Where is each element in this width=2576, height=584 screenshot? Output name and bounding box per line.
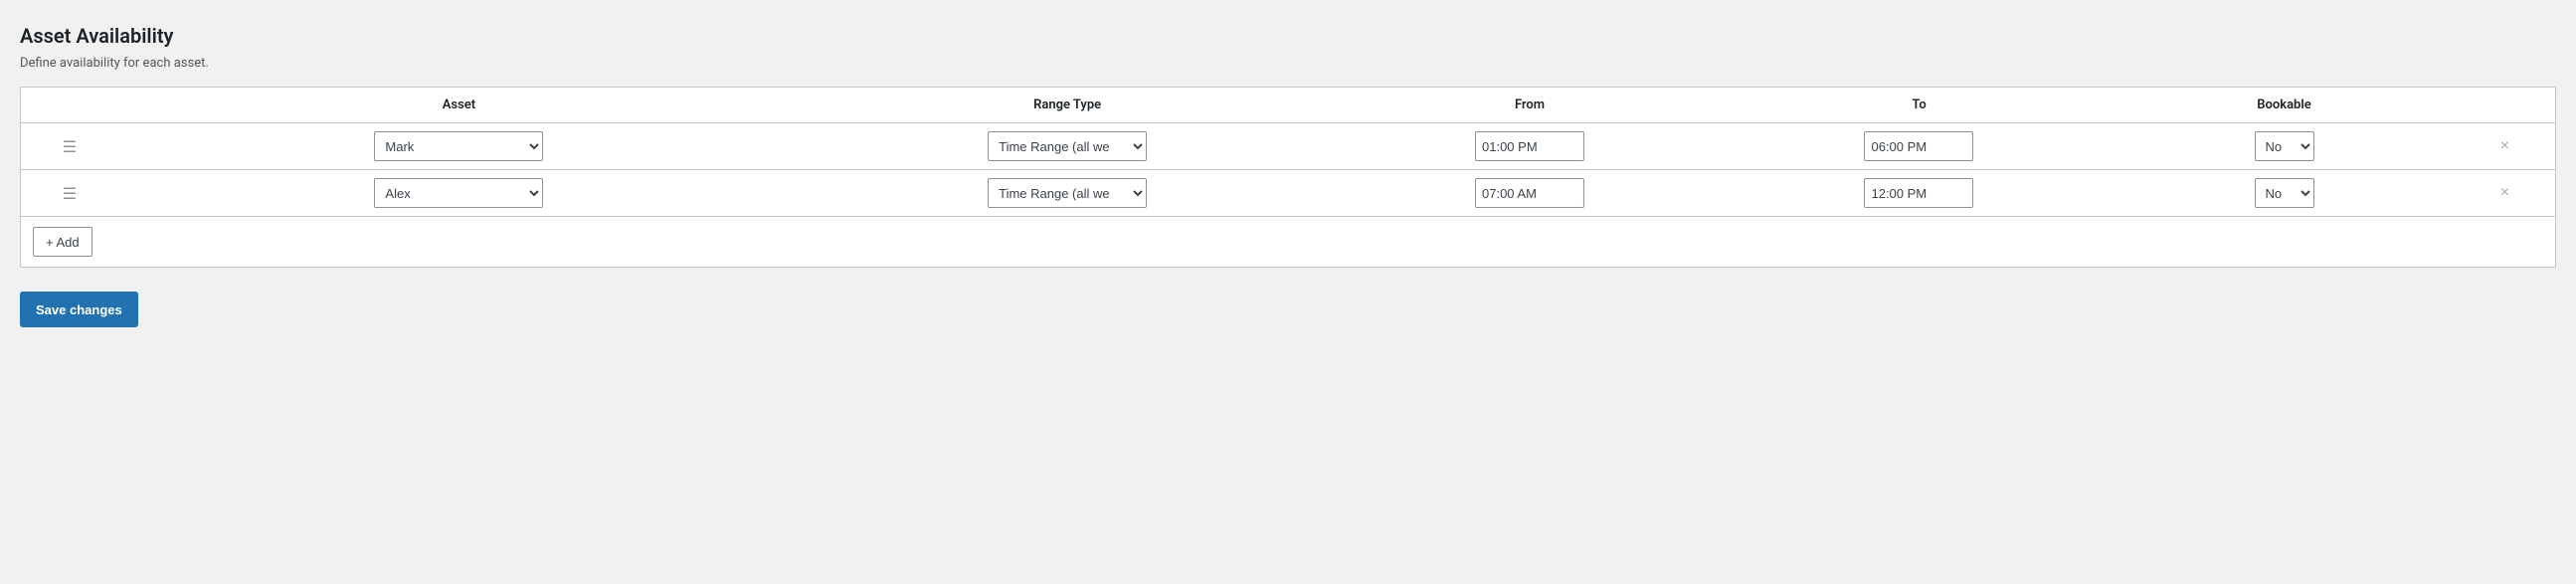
from-input-0[interactable] [1475,131,1584,161]
asset-select-0[interactable]: Mark [374,131,543,161]
bookable-select-1[interactable]: No Yes [2255,178,2314,208]
col-header-to: To [1725,88,2114,123]
bookable-select-0[interactable]: No Yes [2255,131,2314,161]
drag-handle[interactable]: ☰ [21,123,118,170]
col-header-drag [21,88,118,123]
to-cell-1 [1725,170,2114,217]
remove-cell-1: × [2455,170,2555,217]
from-cell-0 [1335,123,1724,170]
add-row: + Add [21,217,2555,268]
add-button[interactable]: + Add [33,227,92,257]
asset-cell-0: Mark [118,123,800,170]
bookable-cell-1: No Yes [2114,170,2455,217]
save-changes-button[interactable]: Save changes [20,292,138,327]
col-header-from: From [1335,88,1724,123]
table-row: ☰ Alex Time Range (all we No Yes [21,170,2555,217]
to-input-0[interactable] [1864,131,1973,161]
remove-cell-0: × [2455,123,2555,170]
range-type-select-1[interactable]: Time Range (all we [988,178,1147,208]
remove-button-0[interactable]: × [2494,136,2515,156]
col-header-range-type: Range Type [800,88,1335,123]
col-header-action [2455,88,2555,123]
drag-handle[interactable]: ☰ [21,170,118,217]
page-description: Define availability for each asset. [20,56,2556,71]
from-input-1[interactable] [1475,178,1584,208]
col-header-bookable: Bookable [2114,88,2455,123]
range-type-cell-1: Time Range (all we [800,170,1335,217]
range-type-cell-0: Time Range (all we [800,123,1335,170]
to-cell-0 [1725,123,2114,170]
from-cell-1 [1335,170,1724,217]
asset-select-1[interactable]: Alex [374,178,543,208]
col-header-asset: Asset [118,88,800,123]
table-row: ☰ Mark Time Range (all we No Yes [21,123,2555,170]
page-title: Asset Availability [20,24,2556,48]
range-type-select-0[interactable]: Time Range (all we [988,131,1147,161]
remove-button-1[interactable]: × [2494,183,2515,203]
availability-table-wrapper: Asset Range Type From To Bookable ☰ Mark… [20,87,2556,268]
asset-cell-1: Alex [118,170,800,217]
bookable-cell-0: No Yes [2114,123,2455,170]
availability-table: Asset Range Type From To Bookable ☰ Mark… [21,88,2555,267]
to-input-1[interactable] [1864,178,1973,208]
